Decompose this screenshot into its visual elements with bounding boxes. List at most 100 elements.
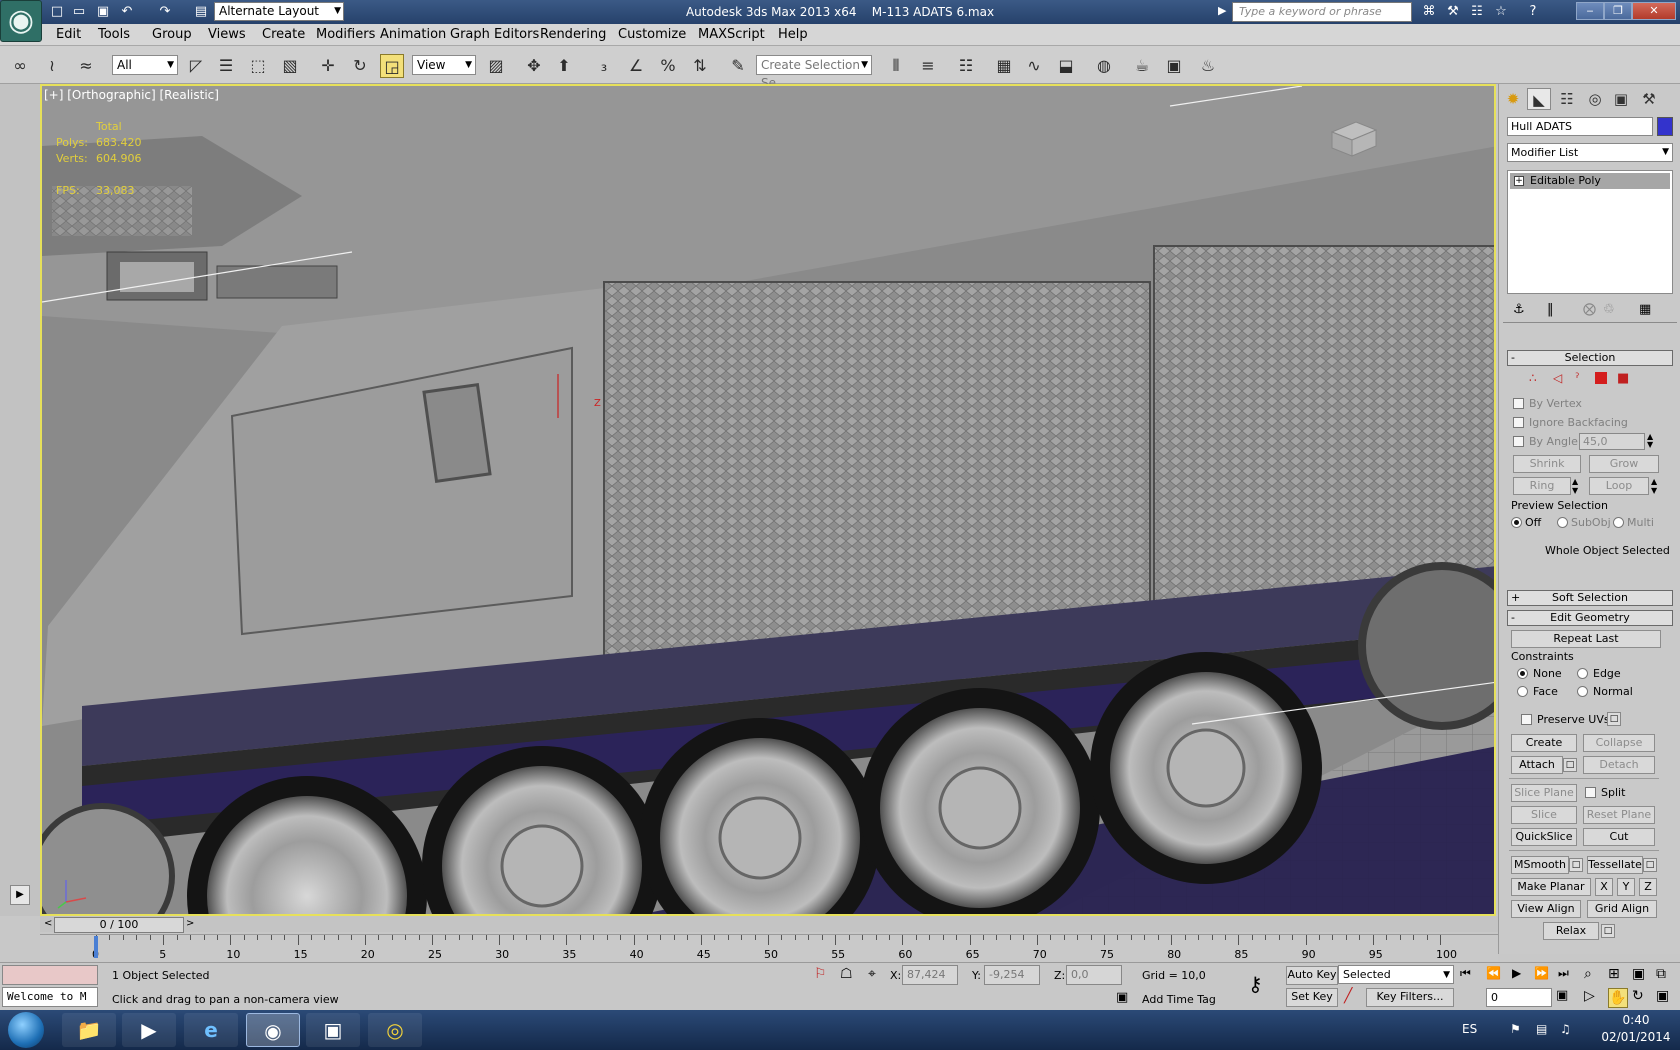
- zoom-extents-icon[interactable]: ▣: [1632, 966, 1645, 982]
- keyboard-shortcut-override-icon[interactable]: ⬆: [552, 54, 576, 78]
- workspace-layout-select[interactable]: Alternate Layout ▼: [214, 2, 344, 21]
- project-folder-icon[interactable]: ▤: [192, 3, 210, 21]
- object-name-field[interactable]: Hull ADATS: [1507, 117, 1653, 136]
- collapse-button[interactable]: Collapse: [1583, 734, 1655, 752]
- soft-selection-rollout-header[interactable]: + Soft Selection: [1507, 590, 1673, 606]
- loop-button[interactable]: Loop: [1589, 477, 1649, 495]
- current-frame-field[interactable]: 0: [1486, 988, 1552, 1007]
- clock-time[interactable]: 0:40: [1596, 1013, 1676, 1027]
- new-file-icon[interactable]: □: [48, 3, 66, 21]
- link-icon[interactable]: ∞: [8, 54, 32, 78]
- element-mode-icon[interactable]: ■: [1617, 371, 1629, 386]
- language-indicator[interactable]: ES: [1462, 1022, 1477, 1036]
- tessellate-settings-icon[interactable]: □: [1643, 858, 1657, 872]
- by-vertex-checkbox[interactable]: [1513, 398, 1524, 409]
- preserve-uvs-checkbox[interactable]: [1521, 714, 1532, 725]
- edit-geometry-rollout-header[interactable]: - Edit Geometry: [1507, 610, 1673, 626]
- quickslice-button[interactable]: QuickSlice: [1511, 828, 1577, 846]
- edit-named-selection-icon[interactable]: ✎: [726, 54, 750, 78]
- curve-editor-icon[interactable]: ∿: [1022, 54, 1046, 78]
- absolute-mode-icon[interactable]: ⌖: [868, 966, 876, 982]
- select-by-name-icon[interactable]: ☰: [214, 54, 238, 78]
- help-icon[interactable]: ?: [1524, 3, 1542, 21]
- schematic-view-icon[interactable]: ⬓: [1054, 54, 1078, 78]
- rectangular-selection-icon[interactable]: ⬚: [246, 54, 270, 78]
- isolate-selection-icon[interactable]: ⚐: [814, 966, 827, 982]
- pan-view-hand-icon[interactable]: ✋: [1608, 988, 1628, 1008]
- zoom-extents-all-icon[interactable]: ⧉: [1656, 966, 1666, 982]
- time-slider-handle[interactable]: 0 / 100: [54, 917, 184, 933]
- hierarchy-tab-icon[interactable]: ☷: [1555, 88, 1579, 110]
- stack-item-editable-poly[interactable]: Editable Poly: [1510, 173, 1670, 189]
- selection-lock-icon[interactable]: ☖: [840, 966, 853, 982]
- undo-icon[interactable]: ↶: [118, 3, 136, 21]
- save-icon[interactable]: ▣: [94, 3, 112, 21]
- menu-modifiers[interactable]: Modifiers: [316, 24, 375, 46]
- slice-plane-button[interactable]: Slice Plane: [1511, 784, 1577, 802]
- pivot-center-icon[interactable]: ▨: [484, 54, 508, 78]
- explorer-task-icon[interactable]: 📁: [62, 1013, 116, 1047]
- time-slider-next-icon[interactable]: >: [186, 918, 194, 929]
- goto-start-icon[interactable]: ⏮: [1460, 966, 1471, 981]
- maxscript-mini-listener[interactable]: [2, 965, 98, 985]
- display-tab-icon[interactable]: ▣: [1609, 88, 1633, 110]
- preview-subobj-radio[interactable]: [1557, 517, 1568, 528]
- menu-customize[interactable]: Customize: [618, 24, 686, 46]
- create-button[interactable]: Create: [1511, 734, 1577, 752]
- track-bar[interactable]: 0510152025303540455055606570758085909510…: [40, 934, 1498, 962]
- menu-graph-editors[interactable]: Graph Editors: [450, 24, 539, 46]
- view-align-button[interactable]: View Align: [1511, 900, 1581, 918]
- add-time-tag-button[interactable]: Add Time Tag: [1142, 993, 1216, 1006]
- angle-spinner-arrows-icon[interactable]: ▲ ▼: [1647, 433, 1653, 449]
- reset-plane-button[interactable]: Reset Plane: [1583, 806, 1655, 824]
- ignore-backfacing-checkbox[interactable]: [1513, 417, 1524, 428]
- detach-button[interactable]: Detach: [1583, 756, 1655, 774]
- planar-y-button[interactable]: Y: [1617, 878, 1635, 896]
- grow-button[interactable]: Grow: [1589, 455, 1659, 473]
- maximize-viewport-icon[interactable]: ▣: [1656, 988, 1669, 1004]
- window-crossing-icon[interactable]: ▧: [278, 54, 302, 78]
- layer-manager-icon[interactable]: ☷: [954, 54, 978, 78]
- reference-coordinate-select[interactable]: View ▼: [412, 55, 476, 75]
- play-icon[interactable]: ▶: [1512, 966, 1521, 980]
- select-rotate-icon[interactable]: ↻: [348, 54, 372, 78]
- help-search-input[interactable]: Type a keyword or phrase: [1232, 2, 1412, 22]
- modifier-list-select[interactable]: Modifier List ▼: [1507, 143, 1673, 162]
- relax-settings-icon[interactable]: □: [1601, 924, 1615, 938]
- favorites-star-icon[interactable]: ☆: [1492, 3, 1510, 21]
- time-slider-prev-icon[interactable]: <: [44, 918, 52, 929]
- edge-mode-icon[interactable]: ◁: [1553, 371, 1562, 385]
- set-key-icon[interactable]: ⚷: [1248, 972, 1263, 996]
- render-production-icon[interactable]: ♨: [1196, 54, 1220, 78]
- maxscript-expand-icon[interactable]: ▶: [10, 885, 30, 905]
- default-tangent-icon[interactable]: ╱: [1344, 988, 1352, 1004]
- ring-spinner-icon[interactable]: ▲ ▼: [1572, 477, 1578, 495]
- selection-filter-select[interactable]: All ▼: [112, 55, 178, 75]
- unlink-icon[interactable]: ≀: [40, 54, 64, 78]
- constraint-none-radio[interactable]: [1517, 668, 1528, 679]
- select-object-icon[interactable]: ◸: [184, 54, 208, 78]
- pin-stack-icon[interactable]: ⚓: [1513, 302, 1525, 317]
- msmooth-button[interactable]: MSmooth: [1511, 856, 1569, 874]
- app-task-icon[interactable]: ◎: [368, 1013, 422, 1047]
- zoom-icon[interactable]: ⌕: [1584, 966, 1592, 982]
- show-end-result-icon[interactable]: ‖: [1547, 302, 1554, 317]
- split-checkbox[interactable]: [1585, 787, 1596, 798]
- vertex-mode-icon[interactable]: ∴: [1529, 371, 1537, 385]
- open-file-icon[interactable]: ▭: [70, 3, 88, 21]
- menu-tools[interactable]: Tools: [98, 24, 130, 46]
- attach-button[interactable]: Attach: [1511, 756, 1563, 774]
- menu-rendering[interactable]: Rendering: [540, 24, 606, 46]
- align-icon[interactable]: ≡: [916, 54, 940, 78]
- goto-end-icon[interactable]: ⏭: [1558, 966, 1569, 981]
- time-slider-track[interactable]: [40, 916, 1498, 932]
- shrink-button[interactable]: Shrink: [1513, 455, 1581, 473]
- angle-spinner-field[interactable]: 45,0: [1579, 433, 1645, 450]
- binoculars-icon[interactable]: ⌘: [1420, 3, 1438, 21]
- select-manipulate-icon[interactable]: ✥: [522, 54, 546, 78]
- preserve-uvs-settings-icon[interactable]: □: [1607, 712, 1621, 726]
- relax-button[interactable]: Relax: [1543, 922, 1599, 940]
- tray-volume-icon[interactable]: ♫: [1560, 1022, 1571, 1036]
- restore-button[interactable]: ❐: [1604, 2, 1632, 20]
- render-setup-icon[interactable]: ☕: [1130, 54, 1154, 78]
